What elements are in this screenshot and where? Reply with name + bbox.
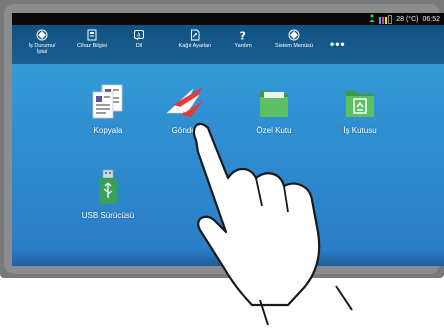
app-send[interactable]: Gönder <box>145 83 225 135</box>
svg-text:?: ? <box>240 30 246 42</box>
more-icon[interactable]: ••• <box>330 37 346 51</box>
clock-text: 06:52 <box>422 15 440 23</box>
system-menu-row: İş Durumu/ İptal Cihaz Bilgisi A Dil Kağ… <box>12 27 444 63</box>
app-copy[interactable]: Kopyala <box>68 83 148 135</box>
app-label: Gönder <box>171 126 199 135</box>
bottom-dock <box>12 250 444 266</box>
app-usb-drive[interactable]: USB Sürücüsü <box>68 168 148 220</box>
paper-settings-icon <box>191 29 200 41</box>
job-status-icon <box>36 29 48 41</box>
system-menu-icon <box>288 29 300 41</box>
menu-label: Yardım <box>234 43 252 49</box>
help-icon: ? <box>240 30 246 42</box>
menu-label: İş Durumu/ İptal <box>28 43 56 55</box>
app-label: İş Kutusu <box>343 126 377 135</box>
usb-drive-icon <box>99 169 117 204</box>
top-menu-bar: 28 (°C) 06:52 İş Durumu/ İptal Cihaz Bil… <box>12 13 444 64</box>
job-box-icon <box>346 91 374 117</box>
menu-label: Cihaz Bilgisi <box>77 43 107 49</box>
app-label: Kopyala <box>93 126 123 135</box>
copy-icon <box>92 84 123 119</box>
menu-system[interactable]: Sistem Menüsü <box>270 27 318 63</box>
menu-help[interactable]: ? Yardım <box>228 27 258 63</box>
custom-box-icon <box>260 91 288 117</box>
toner-level-icon <box>379 14 393 24</box>
send-icon <box>166 87 203 117</box>
menu-label: Sistem Menüsü <box>275 43 313 49</box>
device-info-icon <box>87 29 97 41</box>
app-job-box[interactable]: İş Kutusu <box>320 83 400 135</box>
menu-device-info[interactable]: Cihaz Bilgisi <box>72 27 112 63</box>
menu-paper-settings[interactable]: Kağıt Ayarları <box>172 27 218 63</box>
app-label: USB Sürücüsü <box>81 211 135 220</box>
menu-label: Dil <box>135 43 143 49</box>
menu-language[interactable]: A Dil <box>125 27 153 63</box>
status-line: 28 (°C) 06:52 <box>12 13 444 25</box>
touch-screen: 28 (°C) 06:52 İş Durumu/ İptal Cihaz Bil… <box>12 13 444 266</box>
menu-job-status[interactable]: İş Durumu/ İptal <box>22 27 62 63</box>
status-area: 28 (°C) 06:52 <box>369 14 440 24</box>
language-icon: A <box>134 30 144 41</box>
app-label: Özel Kutu <box>256 126 292 135</box>
temperature-text: 28 (°C) <box>396 15 419 23</box>
app-custom-box[interactable]: Özel Kutu <box>234 83 314 135</box>
svg-text:A: A <box>137 33 141 39</box>
user-icon <box>369 14 375 24</box>
menu-label: Kağıt Ayarları <box>178 43 212 49</box>
